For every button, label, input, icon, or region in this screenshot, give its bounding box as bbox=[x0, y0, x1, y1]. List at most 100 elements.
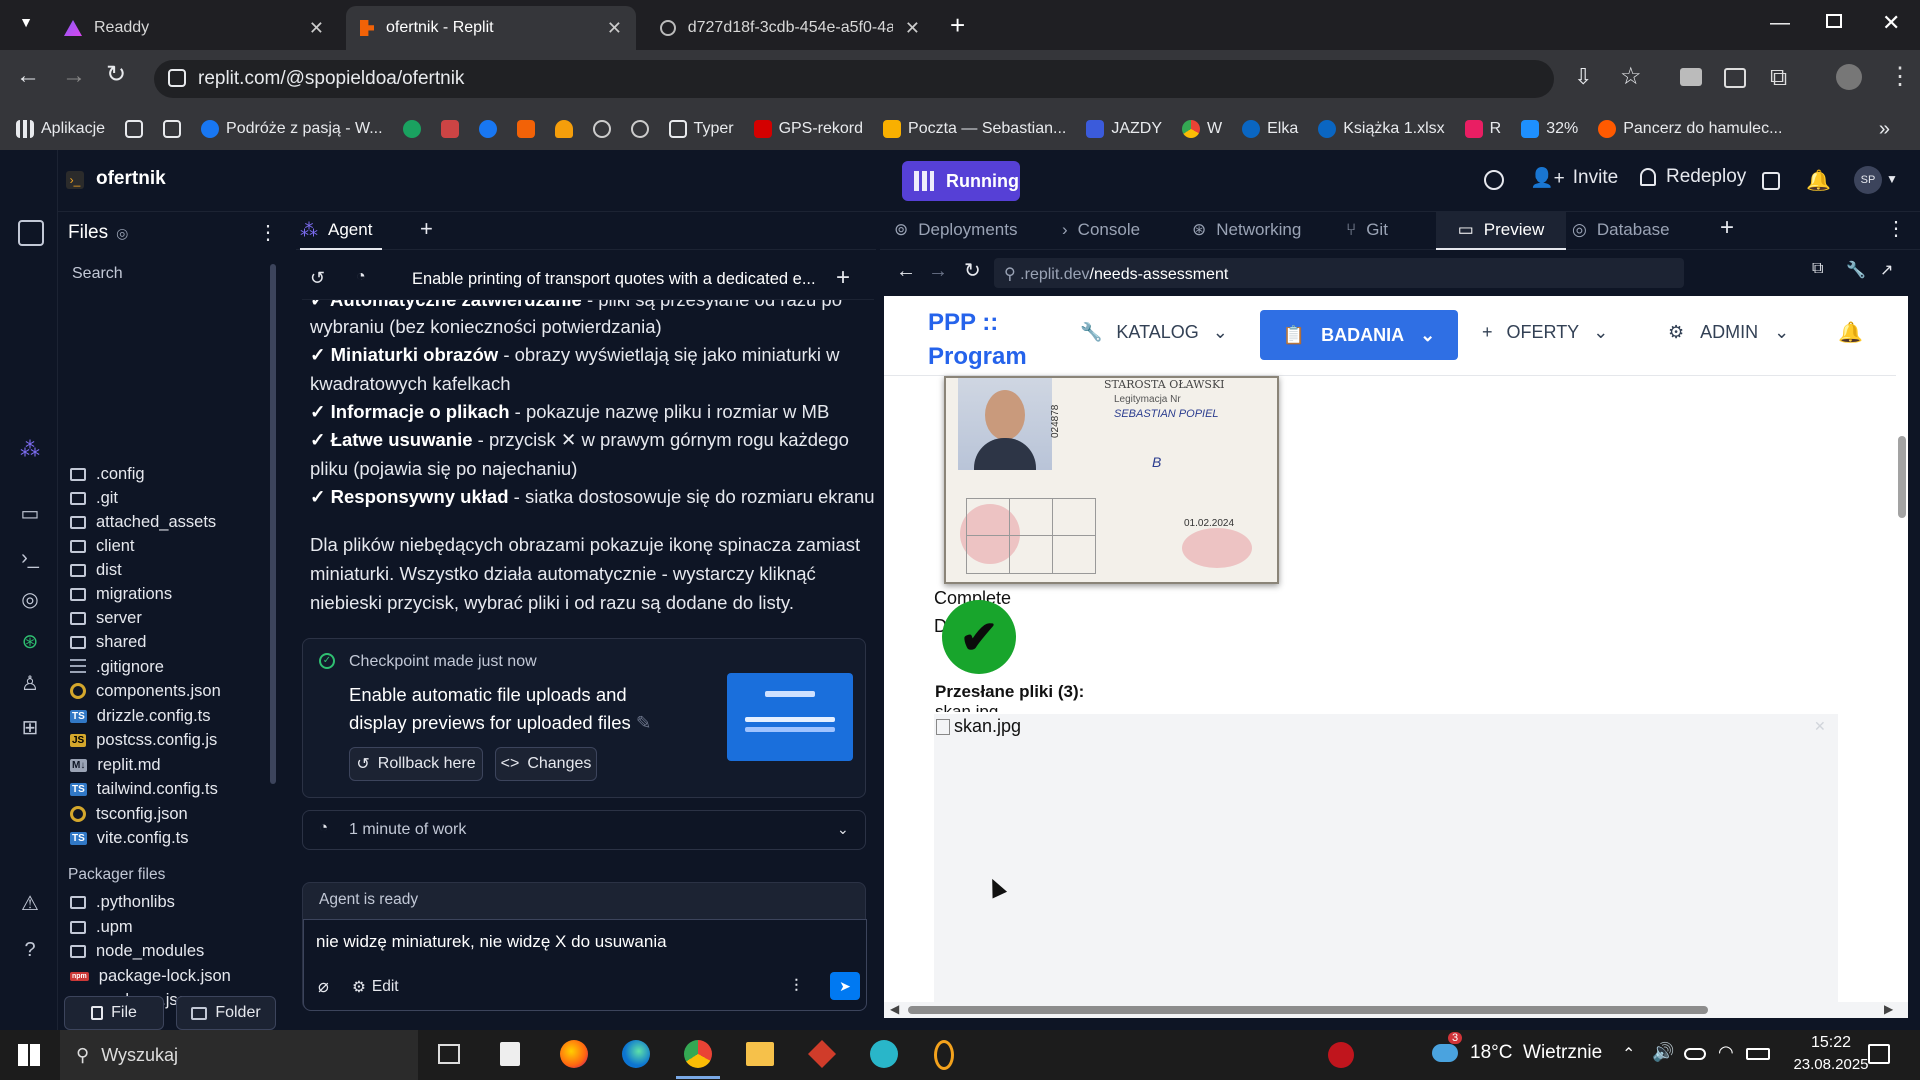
invite-button[interactable]: 👤+ Invite bbox=[1530, 166, 1618, 190]
files-scrollbar[interactable] bbox=[270, 264, 276, 784]
attach-paperclip-icon[interactable]: ⌀ bbox=[318, 976, 329, 997]
help-icon[interactable]: ? bbox=[18, 938, 42, 962]
users-icon[interactable]: ♙ bbox=[18, 672, 42, 696]
tray-red-icon[interactable] bbox=[1328, 1042, 1354, 1068]
settings-sliders-icon[interactable]: ⫶ bbox=[794, 976, 799, 997]
tab-networking[interactable]: ⊛ Networking bbox=[1192, 220, 1301, 240]
orange-icon[interactable] bbox=[516, 120, 535, 138]
bookmark-32[interactable]: 32% bbox=[1521, 120, 1578, 138]
tray-chevron-up-icon[interactable]: ⌃ bbox=[1622, 1044, 1635, 1064]
install-app-icon[interactable]: ⇩ bbox=[1574, 64, 1592, 90]
search-icon[interactable] bbox=[1484, 170, 1504, 190]
history-icon[interactable]: ↺ bbox=[310, 268, 325, 289]
bookmark-elka[interactable]: Elka bbox=[1242, 120, 1298, 138]
bookmark-podroze[interactable]: Podróże z pasją - W... bbox=[201, 120, 383, 138]
bookmark-gps-rekord[interactable]: GPS-rekord bbox=[753, 120, 863, 138]
clock-time[interactable]: 15:22 bbox=[1790, 1034, 1872, 1052]
avatar[interactable]: SP bbox=[1854, 166, 1882, 194]
onedrive-icon[interactable] bbox=[1684, 1048, 1706, 1060]
changes-button[interactable]: <> Changes bbox=[495, 747, 597, 781]
close-window-icon[interactable]: ✕ bbox=[1882, 10, 1900, 36]
database-icon[interactable]: ◎ bbox=[18, 588, 42, 612]
grid-icon[interactable] bbox=[125, 120, 144, 138]
add-tool-plus-icon[interactable]: + bbox=[1720, 214, 1734, 242]
bookmark-typer[interactable]: Typer bbox=[668, 120, 734, 138]
camera-icon[interactable] bbox=[1680, 68, 1702, 86]
extension-icon[interactable] bbox=[1724, 68, 1746, 88]
workspace-icon[interactable] bbox=[18, 220, 44, 246]
folder-icon[interactable] bbox=[163, 120, 182, 138]
taskbar-search-input[interactable]: ⚲ Wyszukaj bbox=[60, 1030, 418, 1080]
chevron-down-icon[interactable]: ▼ bbox=[1886, 172, 1898, 186]
edit-mode-button[interactable]: ⚙ Edit bbox=[352, 978, 399, 997]
windows-start-icon[interactable] bbox=[18, 1044, 40, 1066]
app-teal-icon[interactable] bbox=[870, 1040, 898, 1068]
tab-git[interactable]: ⑂ Git bbox=[1346, 220, 1388, 240]
bookmark-apps[interactable]: Aplikacje bbox=[16, 120, 105, 138]
preview-forward-icon[interactable]: → bbox=[928, 260, 948, 283]
notifications-icon[interactable] bbox=[1868, 1044, 1890, 1064]
shell-icon[interactable]: ›_ bbox=[18, 546, 42, 570]
app-bell-icon[interactable]: 🔔 bbox=[1838, 320, 1863, 345]
firefox-icon[interactable] bbox=[560, 1040, 588, 1068]
files-menu-icon[interactable]: ⋮ bbox=[258, 220, 278, 245]
tab-preview[interactable]: ▭ Preview bbox=[1436, 212, 1566, 250]
all-tools-icon[interactable]: ⊞ bbox=[18, 716, 42, 740]
chrome-icon[interactable] bbox=[684, 1040, 712, 1068]
tab-console[interactable]: › Console bbox=[1062, 220, 1140, 240]
notepad-icon[interactable] bbox=[500, 1042, 520, 1066]
redeploy-button[interactable]: Redeploy bbox=[1640, 166, 1746, 188]
reload-icon[interactable]: ↻ bbox=[106, 60, 126, 89]
bookmark-jazdy[interactable]: JAZDY bbox=[1086, 120, 1162, 138]
tools-menu-icon[interactable]: ⋮ bbox=[1886, 216, 1906, 241]
pencil-icon[interactable]: ✎ bbox=[636, 712, 652, 733]
tab-search-chevron-icon[interactable]: ▼ bbox=[14, 14, 38, 36]
new-folder-button[interactable]: Folder bbox=[176, 996, 276, 1030]
new-thread-plus-icon[interactable]: + bbox=[836, 264, 850, 292]
task-view-icon[interactable] bbox=[438, 1044, 460, 1064]
facebook-icon[interactable] bbox=[478, 120, 497, 138]
more-bookmarks-icon[interactable]: » bbox=[1879, 118, 1890, 141]
add-tab-plus-icon[interactable]: + bbox=[420, 216, 433, 242]
remove-file-close-icon[interactable]: ✕ bbox=[1814, 718, 1826, 735]
battery-icon[interactable] bbox=[1746, 1048, 1770, 1060]
files-search-input[interactable]: Search bbox=[64, 257, 274, 291]
bookmark-r[interactable]: R bbox=[1464, 120, 1501, 138]
weather-widget[interactable]: 3 18°C Wietrznie bbox=[1432, 1032, 1602, 1064]
bell-icon[interactable]: 🔔 bbox=[1806, 168, 1831, 193]
app-orange-icon[interactable] bbox=[934, 1040, 954, 1070]
scroll-left-icon[interactable]: ◀ bbox=[890, 1002, 899, 1016]
rollback-button[interactable]: ↺ Rollback here bbox=[349, 747, 483, 781]
work-summary-row[interactable]: ◔ 1 minute of work ⌄ bbox=[302, 810, 866, 850]
nav-katalog[interactable]: 🔧 KATALOG ⌄ bbox=[1080, 322, 1228, 343]
file-explorer-icon[interactable] bbox=[746, 1042, 774, 1066]
checkpoint-thumbnail[interactable] bbox=[727, 673, 853, 761]
new-file-button[interactable]: File bbox=[64, 996, 164, 1030]
eye-icon[interactable]: ◎ bbox=[116, 225, 128, 242]
bookmark-ksiazka[interactable]: Książka 1.xlsx bbox=[1318, 120, 1445, 138]
nav-admin[interactable]: ⚙ ADMIN ⌄ bbox=[1668, 322, 1789, 343]
alert-icon[interactable]: ⚠ bbox=[18, 892, 42, 916]
wifi-icon[interactable]: ◠ bbox=[1718, 1042, 1734, 1063]
send-button[interactable]: ➤ bbox=[830, 972, 860, 1000]
preview-url-bar[interactable]: ⚲ .replit.dev/needs-assessment bbox=[994, 258, 1684, 288]
restore-icon[interactable] bbox=[1826, 14, 1842, 28]
globe-icon[interactable] bbox=[592, 120, 611, 138]
preview-vertical-scrollbar[interactable] bbox=[1896, 296, 1908, 1002]
tab-readdy[interactable]: Readdy ✕ bbox=[50, 6, 338, 50]
site-info-icon[interactable] bbox=[168, 69, 186, 87]
devices-icon[interactable]: ⧉ bbox=[1812, 260, 1823, 278]
project-name[interactable]: ofertnik bbox=[96, 168, 166, 190]
bookmark-w[interactable]: W bbox=[1182, 120, 1222, 138]
forward-arrow-icon[interactable]: → bbox=[62, 62, 86, 90]
tab-deployments[interactable]: ⊚ Deployments bbox=[894, 220, 1017, 240]
file-item-vite-config[interactable]: TS vite.config.ts bbox=[70, 823, 189, 853]
briefcase-icon[interactable] bbox=[440, 120, 459, 138]
edge-icon[interactable] bbox=[622, 1040, 650, 1068]
puzzle-icon[interactable]: ⧉ bbox=[1770, 64, 1787, 92]
close-icon[interactable]: ✕ bbox=[607, 18, 622, 39]
close-icon[interactable]: ✕ bbox=[905, 18, 920, 39]
scroll-right-icon[interactable]: ▶ bbox=[1884, 1002, 1893, 1016]
bookmark-poczta[interactable]: Poczta — Sebastian... bbox=[883, 120, 1066, 138]
openai-icon[interactable] bbox=[630, 120, 649, 138]
